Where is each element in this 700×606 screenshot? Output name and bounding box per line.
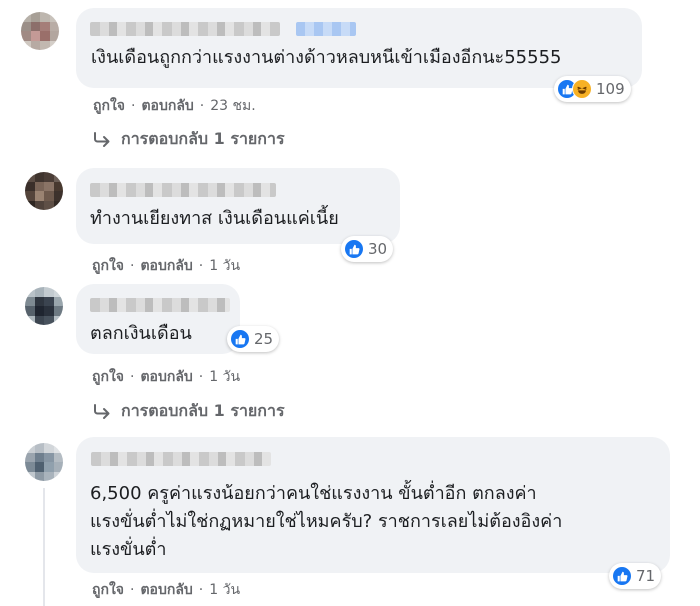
reaction-count: 30 bbox=[368, 240, 388, 258]
comment-text: เงินเดือนถูกกว่าแรงงานต่างด้าวหลบหนีเข้า… bbox=[91, 47, 562, 68]
comment-time[interactable]: 23 ชม. bbox=[210, 95, 255, 117]
like-icon bbox=[612, 566, 632, 586]
reply-link[interactable]: ตอบกลับ bbox=[140, 579, 192, 601]
reply-arrow-icon bbox=[94, 403, 110, 419]
view-replies-label: การตอบกลับ 1 รายการ bbox=[121, 401, 285, 420]
separator: · bbox=[198, 258, 204, 274]
avatar[interactable] bbox=[25, 443, 63, 481]
avatar[interactable] bbox=[25, 172, 63, 210]
reaction-summary[interactable]: 30 bbox=[341, 236, 394, 262]
like-icon bbox=[344, 239, 364, 259]
like-link[interactable]: ถูกใจ bbox=[93, 95, 125, 117]
like-icon bbox=[230, 329, 250, 349]
separator: · bbox=[198, 582, 204, 598]
reaction-summary[interactable]: 71 bbox=[609, 563, 662, 589]
like-link[interactable]: ถูกใจ bbox=[92, 366, 124, 388]
separator: · bbox=[130, 258, 135, 274]
avatar[interactable] bbox=[21, 12, 59, 50]
comment-time[interactable]: 1 วัน bbox=[209, 366, 240, 388]
view-replies-label: การตอบกลับ 1 รายการ bbox=[121, 129, 285, 148]
comment-time[interactable]: 1 วัน bbox=[209, 579, 240, 601]
comment-actions: ถูกใจ · ตอบกลับ · 23 ชม. bbox=[93, 95, 256, 117]
reply-arrow-icon bbox=[94, 131, 110, 147]
author-name-blurred[interactable] bbox=[90, 183, 276, 197]
reaction-count: 25 bbox=[254, 330, 274, 348]
reaction-count: 109 bbox=[596, 80, 625, 98]
comment-actions: ถูกใจ · ตอบกลับ · 1 วัน bbox=[92, 255, 240, 277]
reply-link[interactable]: ตอบกลับ bbox=[140, 255, 192, 277]
comment-time[interactable]: 1 วัน bbox=[209, 255, 240, 277]
reaction-count: 71 bbox=[636, 567, 656, 585]
haha-icon bbox=[572, 79, 592, 99]
separator: · bbox=[130, 582, 135, 598]
reaction-summary[interactable]: 25 bbox=[227, 326, 280, 352]
comment-text-line-1: 6,500 ครูค่าแรงน้อยกว่าคนใช่แรงงาน ขั้นต… bbox=[90, 483, 537, 504]
comment-text: ทำงานเยียงทาส เงินเดือนแค่เนี้ย bbox=[90, 208, 339, 229]
view-replies-link[interactable]: การตอบกลับ 1 รายการ bbox=[93, 127, 285, 152]
reply-link[interactable]: ตอบกลับ bbox=[141, 95, 193, 117]
thread-line bbox=[43, 488, 45, 606]
comment-actions: ถูกใจ · ตอบกลับ · 1 วัน bbox=[92, 579, 240, 601]
separator: · bbox=[130, 369, 135, 385]
comment-actions: ถูกใจ · ตอบกลับ · 1 วัน bbox=[92, 366, 240, 388]
separator: · bbox=[199, 98, 205, 114]
view-replies-link[interactable]: การตอบกลับ 1 รายการ bbox=[93, 399, 285, 424]
separator: · bbox=[131, 98, 136, 114]
author-name-blurred[interactable] bbox=[90, 298, 230, 312]
like-link[interactable]: ถูกใจ bbox=[92, 579, 124, 601]
reaction-summary[interactable]: 109 bbox=[554, 76, 631, 102]
comment-text-line-3: แรงขั่นต่ำ bbox=[90, 539, 167, 560]
like-link[interactable]: ถูกใจ bbox=[92, 255, 124, 277]
avatar[interactable] bbox=[25, 287, 63, 325]
author-badge-blurred[interactable] bbox=[296, 22, 356, 36]
author-name-blurred[interactable] bbox=[90, 22, 280, 36]
separator: · bbox=[198, 369, 204, 385]
comment-text-line-2: แรงขั่นต่ำไม่ใช่กฏหมายใช่ไหมครับ? ราชการ… bbox=[90, 511, 563, 532]
reply-link[interactable]: ตอบกลับ bbox=[140, 366, 192, 388]
comment-text: ตลกเงินเดือน bbox=[90, 323, 192, 344]
author-name-blurred[interactable] bbox=[91, 452, 271, 466]
